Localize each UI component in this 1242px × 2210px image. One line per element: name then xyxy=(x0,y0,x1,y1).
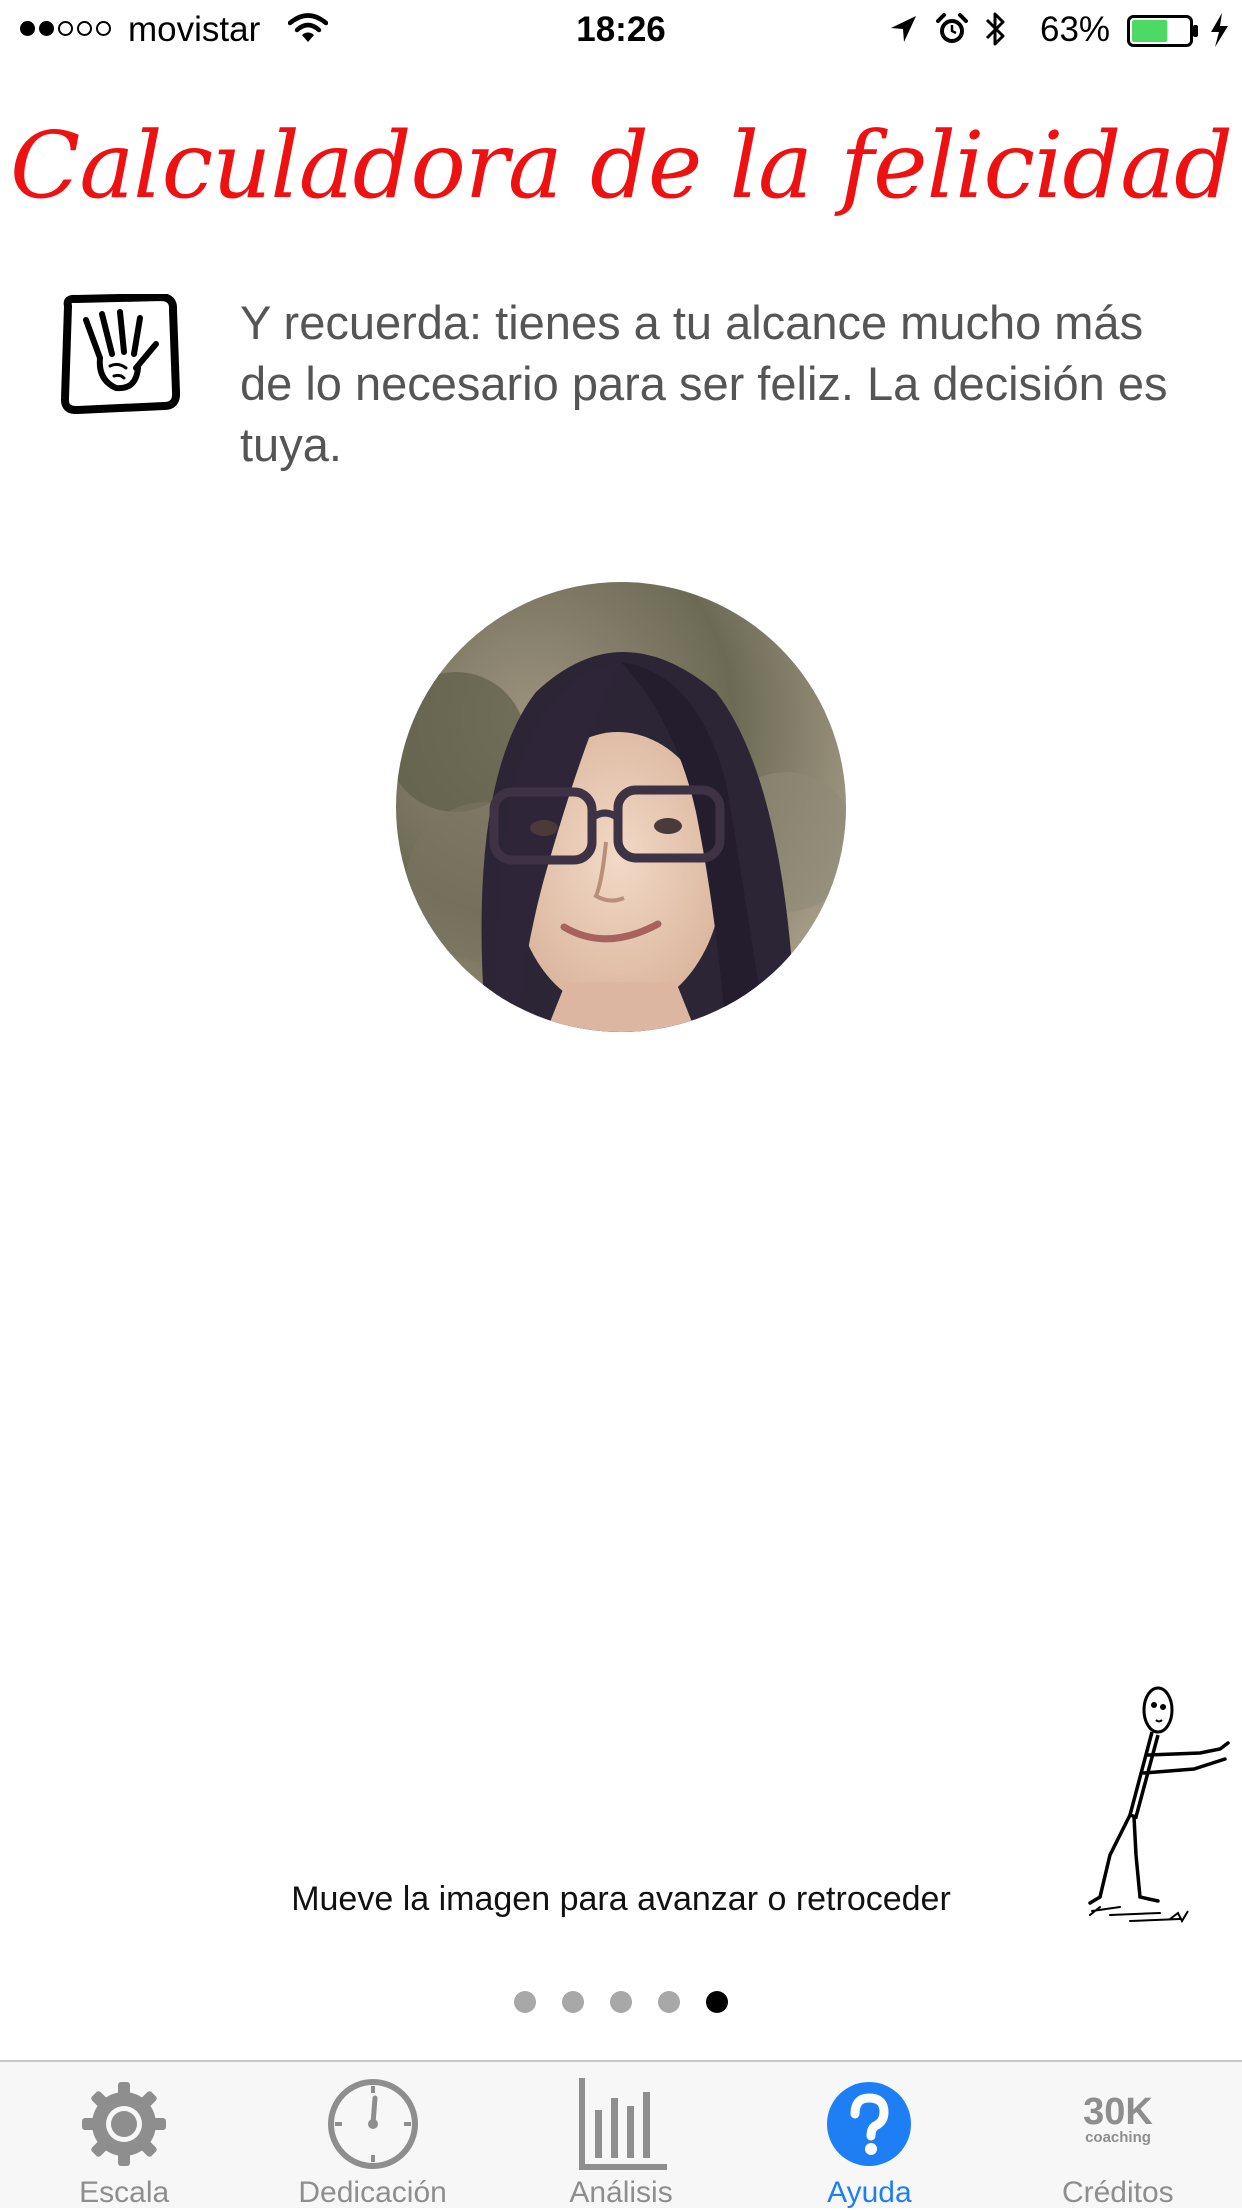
gear-icon xyxy=(82,2082,167,2166)
page-dot[interactable] xyxy=(610,1991,632,2013)
page-indicator[interactable] xyxy=(0,1991,1242,2013)
clock-icon xyxy=(327,2079,418,2169)
help-icon xyxy=(827,2082,912,2166)
swipe-hint: Mueve la imagen para avanzar o retrocede… xyxy=(291,1880,951,1918)
page-dot[interactable] xyxy=(658,1991,680,2013)
bluetooth-icon xyxy=(985,12,1005,46)
help-message: Y recuerda: tienes a tu alcance mucho má… xyxy=(240,296,1168,471)
tab-label: Escala xyxy=(79,2176,170,2209)
battery-icon xyxy=(1127,15,1198,47)
page-dot-active[interactable] xyxy=(706,1991,728,2013)
author-photo-avatar[interactable] xyxy=(396,582,846,1032)
battery-percentage: 63% xyxy=(1040,10,1111,49)
alarm-clock-icon xyxy=(936,13,968,43)
tab-label: Créditos xyxy=(1061,2176,1174,2209)
tab-ayuda[interactable]: Ayuda xyxy=(745,2062,993,2209)
app-title: Calculadora de la felicidad xyxy=(9,112,1233,219)
charging-bolt-icon xyxy=(1211,13,1228,47)
tab-dedicacion[interactable]: Dedicación xyxy=(248,2062,496,2209)
30k-coaching-logo: 30K coaching xyxy=(1083,2091,1153,2146)
page-dot[interactable] xyxy=(562,1991,584,2013)
hand-icon xyxy=(60,294,180,414)
location-arrow-icon xyxy=(891,16,916,42)
tab-label: Ayuda xyxy=(827,2176,912,2209)
tab-creditos[interactable]: 30K coaching Créditos xyxy=(994,2062,1242,2209)
status-bar: movistar 18:26 63% xyxy=(0,0,1242,60)
tab-analisis[interactable]: Análisis xyxy=(497,2062,745,2209)
tab-bar: Escala Dedicación Análisis Ayuda 30K coa… xyxy=(0,2060,1242,2209)
tab-label: Dedicación xyxy=(298,2176,447,2209)
page-dot[interactable] xyxy=(514,1991,536,2013)
tab-escala[interactable]: Escala xyxy=(0,2062,248,2209)
svg-text:coaching: coaching xyxy=(1085,2129,1151,2146)
bar-chart-icon xyxy=(579,2078,668,2170)
portrait-image xyxy=(396,582,846,1032)
tab-label: Análisis xyxy=(569,2176,673,2209)
stick-figure-pushing-icon xyxy=(1088,1686,1230,1924)
svg-text:30K: 30K xyxy=(1083,2091,1153,2133)
